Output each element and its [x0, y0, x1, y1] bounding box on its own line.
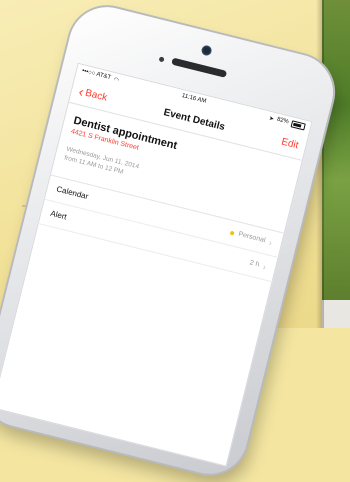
alert-label: Alert	[49, 209, 68, 222]
back-button[interactable]: ‹ Back	[77, 83, 109, 105]
calendar-color-dot-icon	[230, 230, 235, 236]
back-label: Back	[84, 87, 109, 104]
calendar-label: Calendar	[55, 184, 90, 202]
calendar-value: Personal	[237, 231, 267, 245]
battery-icon	[290, 119, 306, 130]
paper-edge-shadow	[316, 0, 324, 328]
alert-value-group: 2 h ›	[248, 258, 267, 272]
wifi-icon: ◠	[112, 76, 120, 84]
location-icon: ➤	[268, 115, 275, 123]
proximity-sensor-icon	[158, 56, 165, 63]
chevron-right-icon: ›	[267, 237, 274, 248]
background-ground	[322, 300, 350, 328]
battery-percent: 82%	[276, 116, 290, 126]
background-grass	[322, 0, 350, 300]
alert-value: 2 h	[248, 259, 260, 269]
front-camera-icon	[200, 44, 213, 57]
edit-button[interactable]: Edit	[280, 136, 299, 151]
calendar-value-group: Personal ›	[229, 228, 273, 248]
chevron-right-icon: ›	[261, 261, 268, 272]
earpiece-speaker-icon	[171, 57, 228, 78]
